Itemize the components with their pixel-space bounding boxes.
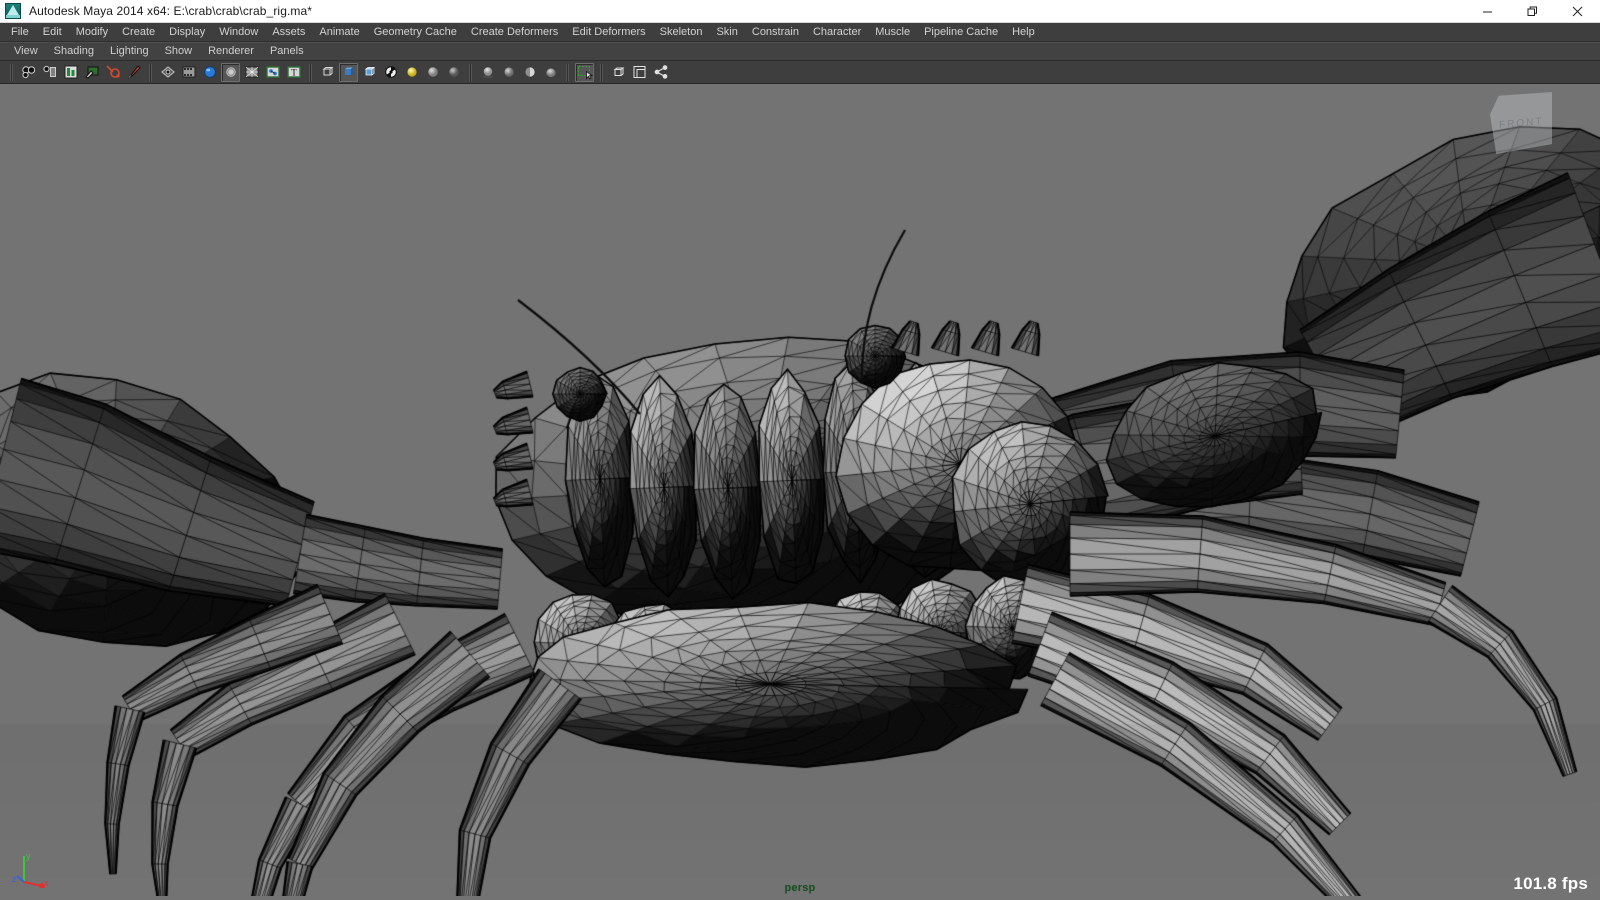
select-by-object-type-icon[interactable] <box>40 63 59 82</box>
menu-muscle[interactable]: Muscle <box>868 23 917 42</box>
menu-edit-deformers[interactable]: Edit Deformers <box>565 23 652 42</box>
rendering-mask-icon[interactable] <box>263 63 282 82</box>
dynamics-mask-icon[interactable] <box>242 63 261 82</box>
camera-name-label: persp <box>784 882 816 894</box>
panel-menu-renderer[interactable]: Renderer <box>200 42 262 61</box>
select-by-component-type-icon[interactable] <box>61 63 80 82</box>
textured-shading-icon[interactable] <box>381 63 400 82</box>
menu-window[interactable]: Window <box>212 23 265 42</box>
polygon-mask-icon[interactable] <box>179 63 198 82</box>
panel-menu-shading[interactable]: Shading <box>46 42 102 61</box>
toolbar-separator <box>149 63 152 81</box>
maya-logo-icon <box>5 3 21 19</box>
text-mask-icon[interactable]: T <box>284 63 303 82</box>
menu-help[interactable]: Help <box>1005 23 1042 42</box>
subdiv-surface-mask-icon[interactable] <box>200 63 219 82</box>
select-by-hierarchy-icon[interactable] <box>19 63 38 82</box>
fps-counter: 101.8 fps <box>1513 874 1588 893</box>
window-controls <box>1465 0 1600 23</box>
menu-modify[interactable]: Modify <box>69 23 115 42</box>
menu-animate[interactable]: Animate <box>312 23 366 42</box>
panel-menu-lighting[interactable]: Lighting <box>102 42 157 61</box>
perspective-viewport[interactable]: FRONT y x z persp 101.8 fps <box>0 84 1600 900</box>
window-title: Autodesk Maya 2014 x64: E:\crab\crab\cra… <box>29 3 313 18</box>
use-all-lights-icon[interactable] <box>423 63 442 82</box>
title-bar: Autodesk Maya 2014 x64: E:\crab\crab\cra… <box>0 0 1600 23</box>
isolate-select-icon[interactable] <box>575 62 594 82</box>
toolbar-separator <box>600 63 603 81</box>
menu-create-deformers[interactable]: Create Deformers <box>464 23 565 42</box>
svg-text:T: T <box>291 68 297 78</box>
menu-skeleton[interactable]: Skeleton <box>653 23 710 42</box>
panel-menu-bar: View Shading Lighting Show Renderer Panels <box>0 42 1600 61</box>
menu-pipeline-cache[interactable]: Pipeline Cache <box>917 23 1005 42</box>
menu-display[interactable]: Display <box>162 23 212 42</box>
deformation-mask-icon[interactable] <box>221 62 240 82</box>
menu-create[interactable]: Create <box>115 23 162 42</box>
menu-skin[interactable]: Skin <box>709 23 744 42</box>
close-button[interactable] <box>1555 0 1600 23</box>
viewport-canvas[interactable] <box>0 84 1600 896</box>
main-menu-bar: File Edit Modify Create Display Window Assets A… <box>0 23 1600 42</box>
panel-menu-view[interactable]: View <box>6 42 46 61</box>
toolbar-separator <box>566 63 569 81</box>
toolbar-separator <box>469 63 472 81</box>
minimize-button[interactable] <box>1465 0 1510 23</box>
menu-assets[interactable]: Assets <box>265 23 312 42</box>
menu-edit[interactable]: Edit <box>36 23 69 42</box>
panel-menu-panels[interactable]: Panels <box>262 42 312 61</box>
wireframe-shading-icon[interactable] <box>318 63 337 82</box>
shelf-toolbar: T <box>0 61 1600 84</box>
toolbar-separator <box>309 63 312 81</box>
use-default-light-icon[interactable] <box>402 63 421 82</box>
panel-menu-show[interactable]: Show <box>157 42 201 61</box>
xray-mode-icon[interactable] <box>609 63 628 82</box>
anti-alias-icon[interactable] <box>541 63 560 82</box>
maya-application-window: Autodesk Maya 2014 x64: E:\crab\crab\cra… <box>0 0 1600 900</box>
paint-brush-icon[interactable] <box>124 63 143 82</box>
toolbar-separator <box>10 63 13 81</box>
nurbs-surface-mask-icon[interactable] <box>158 63 177 82</box>
use-no-lights-icon[interactable] <box>444 63 463 82</box>
menu-character[interactable]: Character <box>806 23 868 42</box>
smooth-shade-all-icon[interactable] <box>339 62 358 82</box>
hypergraph-icon[interactable] <box>651 63 670 82</box>
restore-button[interactable] <box>1510 0 1555 23</box>
occlusion-toggle-icon[interactable] <box>499 63 518 82</box>
snap-to-point-icon[interactable] <box>103 63 122 82</box>
motion-blur-icon[interactable] <box>520 63 539 82</box>
shaded-wireframe-icon[interactable] <box>360 63 379 82</box>
menu-constrain[interactable]: Constrain <box>745 23 806 42</box>
xray-joints-icon[interactable] <box>630 63 649 82</box>
shadow-toggle-icon[interactable] <box>478 63 497 82</box>
paint-selection-icon[interactable] <box>82 63 101 82</box>
menu-file[interactable]: File <box>4 23 36 42</box>
menu-geometry-cache[interactable]: Geometry Cache <box>367 23 464 42</box>
